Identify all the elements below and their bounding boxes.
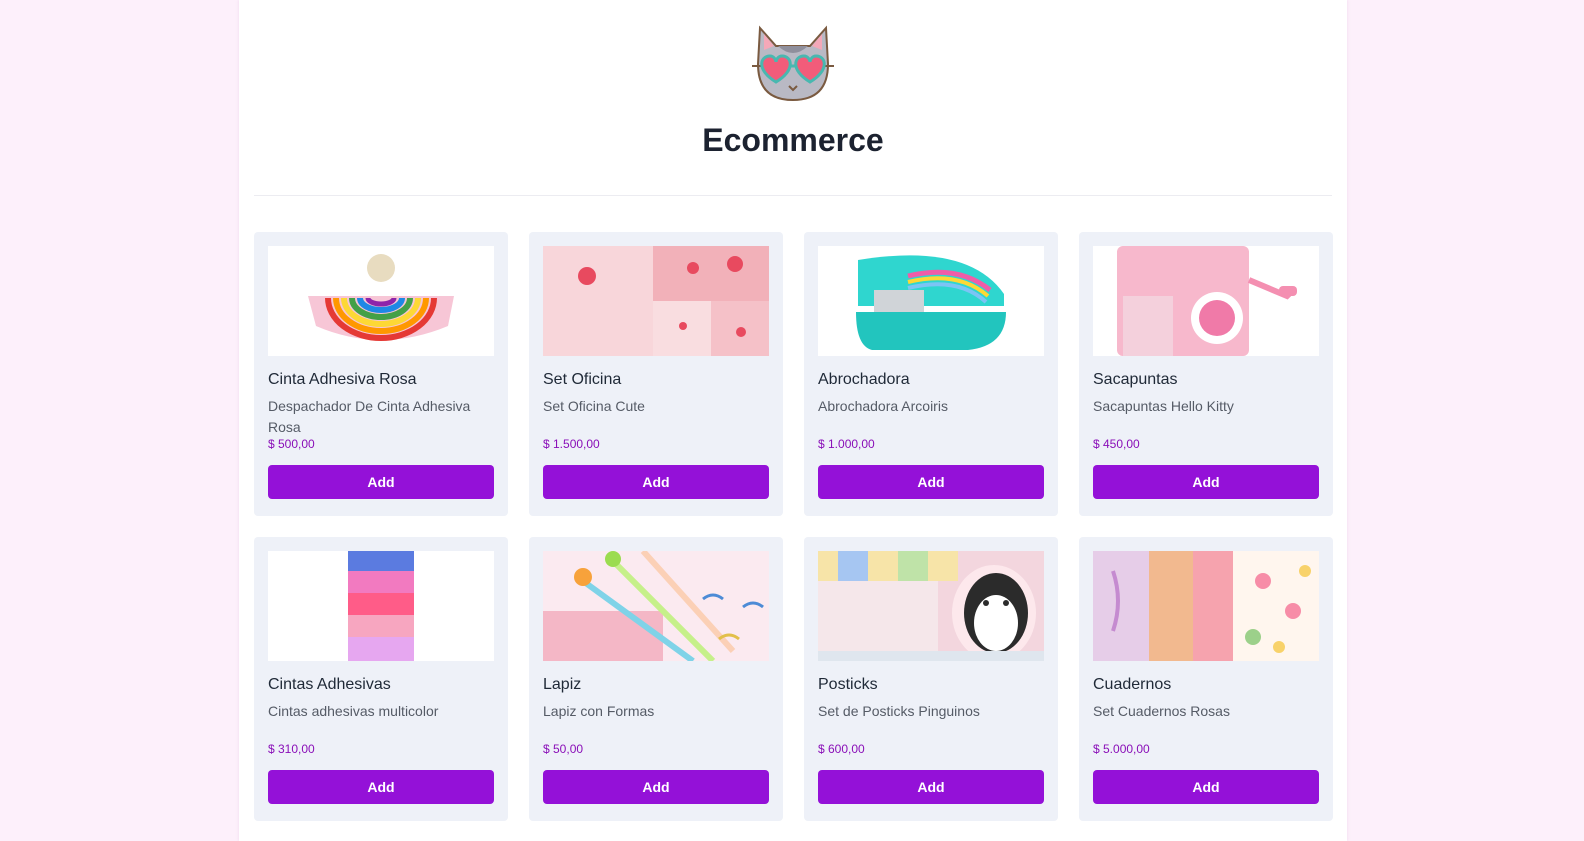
product-image xyxy=(1093,246,1319,356)
product-description: Despachador De Cinta Adhesiva Rosa xyxy=(268,398,471,435)
product-name: Cintas Adhesivas xyxy=(268,676,391,693)
product-image xyxy=(818,551,1044,661)
product-name: Cinta Adhesiva Rosa xyxy=(268,371,417,388)
product-price: $ 1.000,00 xyxy=(818,437,875,451)
product-description: Set de Posticks Pinguinos xyxy=(818,703,980,719)
product-description: Cintas adhesivas multicolor xyxy=(268,703,439,719)
product-card: Posticks Set de Posticks Pinguinos $ 600… xyxy=(804,537,1058,821)
product-image xyxy=(268,551,494,661)
product-image xyxy=(543,551,769,661)
product-name: Sacapuntas xyxy=(1093,371,1178,388)
product-image xyxy=(543,246,769,356)
product-description: Lapiz con Formas xyxy=(543,703,655,719)
product-price: $ 50,00 xyxy=(543,742,584,756)
product-card: Sacapuntas Sacapuntas Hello Kitty $ 450,… xyxy=(1079,232,1333,516)
product-card: Cuadernos Set Cuadernos Rosas $ 5.000,00… xyxy=(1079,537,1333,821)
page-container: Ecommerce Cinta Adhesiva Rosa Despachado… xyxy=(239,0,1347,841)
product-card: Cinta Adhesiva Rosa Despachador De Cinta… xyxy=(254,232,508,516)
product-price: $ 5.000,00 xyxy=(1093,742,1150,756)
product-name: Lapiz xyxy=(543,676,582,693)
product-name: Set Oficina xyxy=(543,371,622,388)
product-description: Set Oficina Cute xyxy=(543,398,645,414)
add-to-cart-button[interactable]: Add xyxy=(268,770,494,804)
product-name: Abrochadora xyxy=(818,371,910,388)
product-card: Lapiz Lapiz con Formas $ 50,00 Add xyxy=(529,537,783,821)
product-grid: Cinta Adhesiva Rosa Despachador De Cinta… xyxy=(254,232,1333,821)
product-price: $ 310,00 xyxy=(268,742,315,756)
product-price: $ 500,00 xyxy=(268,437,315,451)
product-card: Cintas Adhesivas Cintas adhesivas multic… xyxy=(254,537,508,821)
add-to-cart-button[interactable]: Add xyxy=(1093,465,1319,499)
add-to-cart-button[interactable]: Add xyxy=(543,770,769,804)
product-price: $ 600,00 xyxy=(818,742,865,756)
product-image xyxy=(818,246,1044,356)
product-description: Set Cuadernos Rosas xyxy=(1093,703,1230,719)
product-description: Abrochadora Arcoiris xyxy=(818,398,948,414)
cat-logo-icon xyxy=(752,25,834,102)
header-divider xyxy=(254,195,1332,196)
product-name: Cuadernos xyxy=(1093,676,1172,693)
product-image xyxy=(1093,551,1319,661)
product-card: Abrochadora Abrochadora Arcoiris $ 1.000… xyxy=(804,232,1058,516)
product-image xyxy=(268,246,494,356)
page-title: Ecommerce xyxy=(702,122,884,158)
product-price: $ 1.500,00 xyxy=(543,437,600,451)
product-card: Set Oficina Set Oficina Cute $ 1.500,00 … xyxy=(529,232,783,516)
add-to-cart-button[interactable]: Add xyxy=(1093,770,1319,804)
add-to-cart-button[interactable]: Add xyxy=(543,465,769,499)
product-price: $ 450,00 xyxy=(1093,437,1140,451)
product-description: Sacapuntas Hello Kitty xyxy=(1093,398,1234,414)
product-name: Posticks xyxy=(818,676,878,693)
add-to-cart-button[interactable]: Add xyxy=(818,465,1044,499)
add-to-cart-button[interactable]: Add xyxy=(818,770,1044,804)
add-to-cart-button[interactable]: Add xyxy=(268,465,494,499)
